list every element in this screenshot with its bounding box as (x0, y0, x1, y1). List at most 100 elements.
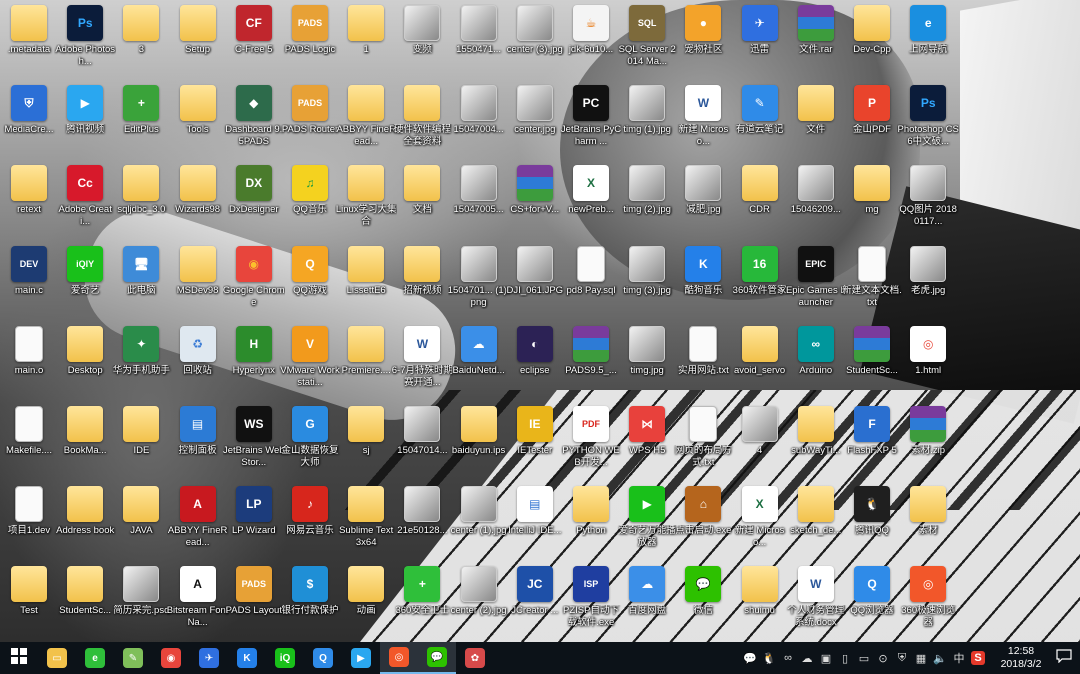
desktop-icon[interactable]: ▤ IntelliJ IDE... (506, 484, 564, 564)
desktop-icon[interactable]: e 上网导航 (899, 3, 957, 83)
desktop-icon[interactable]: 项目1.dev (0, 484, 58, 564)
desktop-icon[interactable]: Makefile.... (0, 404, 58, 484)
desktop-icon[interactable]: +360安全卫士 (393, 564, 451, 644)
desktop-icon[interactable]: Wizards98 (169, 163, 227, 243)
desktop-icon[interactable]: 简历采完.psd (112, 564, 170, 644)
desktop-icon[interactable]: 老虎.jpg (899, 244, 957, 324)
desktop-icon[interactable]: MSDev98 (169, 244, 227, 324)
desktop-icon[interactable]: A Bitstream Font Na... (167, 564, 228, 644)
desktop-icon[interactable]: IE IETester (506, 404, 564, 484)
desktop-icon[interactable]: 文件 (787, 83, 845, 163)
desktop-icon[interactable]: timg (2).jpg (618, 163, 676, 243)
desktop-icon[interactable]: 变频 (393, 3, 451, 83)
desktop-icon[interactable]: Q QQ浏览器 (843, 564, 901, 644)
taskbar-app-button[interactable]: ◎ (380, 642, 418, 674)
desktop-icon[interactable]: ▶ 爱奇艺万能播放器 (618, 484, 676, 564)
desktop-icon[interactable]: 15047005... (450, 163, 508, 243)
desktop-icon[interactable]: PADS PADS Layout (225, 564, 283, 644)
taskbar-app-button[interactable]: e (76, 642, 114, 674)
desktop-icon[interactable]: XnewPreb... (562, 163, 620, 243)
taskbar-app-button[interactable]: K (228, 642, 266, 674)
desktop-icon[interactable]: center (1).jpg (450, 484, 508, 564)
desktop-icon[interactable]: sqljdbc_3.0 (112, 163, 170, 243)
desktop-icon[interactable]: PADS PADS Logic (281, 3, 339, 83)
desktop-icon[interactable]: 硬件软件编程全套资料 (393, 83, 451, 163)
desktop-icon[interactable]: 文件.rar (787, 3, 845, 83)
desktop-icon[interactable]: A ABBYY FineRead... (168, 484, 227, 564)
desktop-icon[interactable]: ◎ 360极速浏览器 (899, 564, 957, 644)
desktop-icon[interactable]: ♫ QQ音乐 (281, 163, 339, 243)
desktop-icon[interactable]: ☁ 百度网盘 (618, 564, 676, 644)
desktop-icon[interactable]: 素材 (899, 484, 957, 564)
desktop-icon[interactable]: IDE (112, 404, 170, 484)
desktop-icon[interactable]: ● 宠物社区 (674, 3, 732, 83)
desktop-icon[interactable]: 3 (112, 3, 170, 83)
desktop-icon[interactable]: EPIC Epic Games Launcher (786, 244, 846, 324)
desktop-icon[interactable]: ISP PZISP自动下载软件.exe (562, 564, 620, 644)
start-button[interactable] (0, 642, 38, 674)
desktop-icon[interactable]: 4 (731, 404, 789, 484)
desktop-icon[interactable]: CDR (731, 163, 789, 243)
desktop-icon[interactable]: ⌂ 点击启动.exe (674, 484, 732, 564)
desktop-icon[interactable]: + EditPlus (112, 83, 170, 163)
desktop-icon[interactable]: ✎ 有道云笔记 (731, 83, 789, 163)
desktop-icon[interactable]: 15047014... (393, 404, 451, 484)
desktop-icon[interactable]: 减肥.jpg (674, 163, 732, 243)
desktop-icon[interactable]: 16 360软件管家 (731, 244, 789, 324)
desktop-icon[interactable]: W 6-7月特殊时期赛开通... (392, 324, 453, 404)
desktop-icon[interactable]: ◉ Google Chrome (223, 244, 285, 324)
desktop-icon[interactable]: PADS9.5_... (562, 324, 620, 404)
desktop-icon[interactable]: 实用网站.txt (674, 324, 732, 404)
desktop-icon[interactable]: DEV main.c (0, 244, 58, 324)
desktop-icon[interactable]: ∞ Arduino (787, 324, 845, 404)
desktop-icon[interactable]: 15046209... (787, 163, 845, 243)
speaker-icon[interactable]: ⊙ (876, 651, 890, 665)
desktop-icon[interactable]: WS JetBrains WebStor... (223, 404, 285, 484)
desktop-icon[interactable]: X 新建 Microso... (731, 484, 789, 564)
desktop-icon[interactable]: 1550471... (450, 3, 508, 83)
desktop-icon[interactable]: StudentSc... (56, 564, 114, 644)
desktop-icon[interactable]: timg (3).jpg (618, 244, 676, 324)
desktop-icon[interactable]: LP LP Wizard (225, 484, 283, 564)
desktop-icon[interactable]: 21e50128... (393, 484, 451, 564)
desktop-icon[interactable]: ♪ 网易云音乐 (281, 484, 339, 564)
desktop-icon[interactable]: sketch_de... (787, 484, 845, 564)
desktop-icon[interactable]: JC JCreator ... (506, 564, 564, 644)
taskbar-app-button[interactable]: ◉ (152, 642, 190, 674)
desktop-icon[interactable]: 💬 微信 (674, 564, 732, 644)
desktop-icon[interactable]: center.jpg (506, 83, 564, 163)
desktop-icon[interactable]: 🖥 此电脑 (112, 244, 170, 324)
taskbar-app-button[interactable]: ▶ (342, 642, 380, 674)
desktop-icon[interactable]: 动画 (337, 564, 395, 644)
desktop-icon[interactable]: P 金山PDF (843, 83, 901, 163)
wechat-tray-icon[interactable]: 💬 (743, 651, 757, 665)
desktop-icon[interactable]: CS+for+V... (506, 163, 564, 243)
desktop-icon[interactable]: Q QQ游戏 (281, 244, 339, 324)
desktop-icon[interactable]: ◆ Dashboard 9.5PADS (225, 83, 283, 163)
desktop-icon[interactable]: baiduyun.ips (450, 404, 508, 484)
desktop-icon[interactable]: Linux学习大集合 (336, 163, 397, 243)
desktop-icon[interactable]: G 金山数据恢复大师 (281, 404, 339, 484)
desktop-icon[interactable]: ▶ 腾讯视频 (56, 83, 114, 163)
desktop-icon[interactable]: 1 (337, 3, 395, 83)
desktop-icon[interactable]: center (2).jpg (450, 564, 508, 644)
desktop-icon[interactable]: Desktop (56, 324, 114, 404)
desktop-icon[interactable]: 网页的布局方式.txt (674, 404, 732, 484)
taskbar-app-button[interactable]: Q (304, 642, 342, 674)
desktop-icon[interactable]: CF C-Free 5 (225, 3, 283, 83)
desktop-icon[interactable]: 素材.zip (899, 404, 957, 484)
desktop-icon[interactable]: SQL SQL Server 2014 Ma... (618, 3, 676, 83)
clock[interactable]: 12:58 2018/3/2 (998, 645, 1044, 671)
desktop-icon[interactable]: timg.jpg (618, 324, 676, 404)
desktop-icon[interactable]: W 新建 Microso... (674, 83, 732, 163)
desktop-icon[interactable]: avoid_servo (731, 324, 789, 404)
taskbar-app-button[interactable]: ▭ (38, 642, 76, 674)
desktop-icon[interactable]: shuimu (731, 564, 789, 644)
desktop-icon[interactable]: PDF PYTHON WEB开发... (562, 404, 620, 484)
network-icon[interactable]: ▦ (914, 651, 928, 665)
desktop-icon[interactable]: ⋈ WPS H5 (618, 404, 676, 484)
sogou-input-icon[interactable]: S (971, 651, 985, 665)
desktop-icon[interactable]: ☕ jdk-6u10... (562, 3, 620, 83)
desktop-icon[interactable]: Premiere.... (337, 324, 395, 404)
desktop-icon[interactable]: V VMware Workstati... (280, 324, 340, 404)
